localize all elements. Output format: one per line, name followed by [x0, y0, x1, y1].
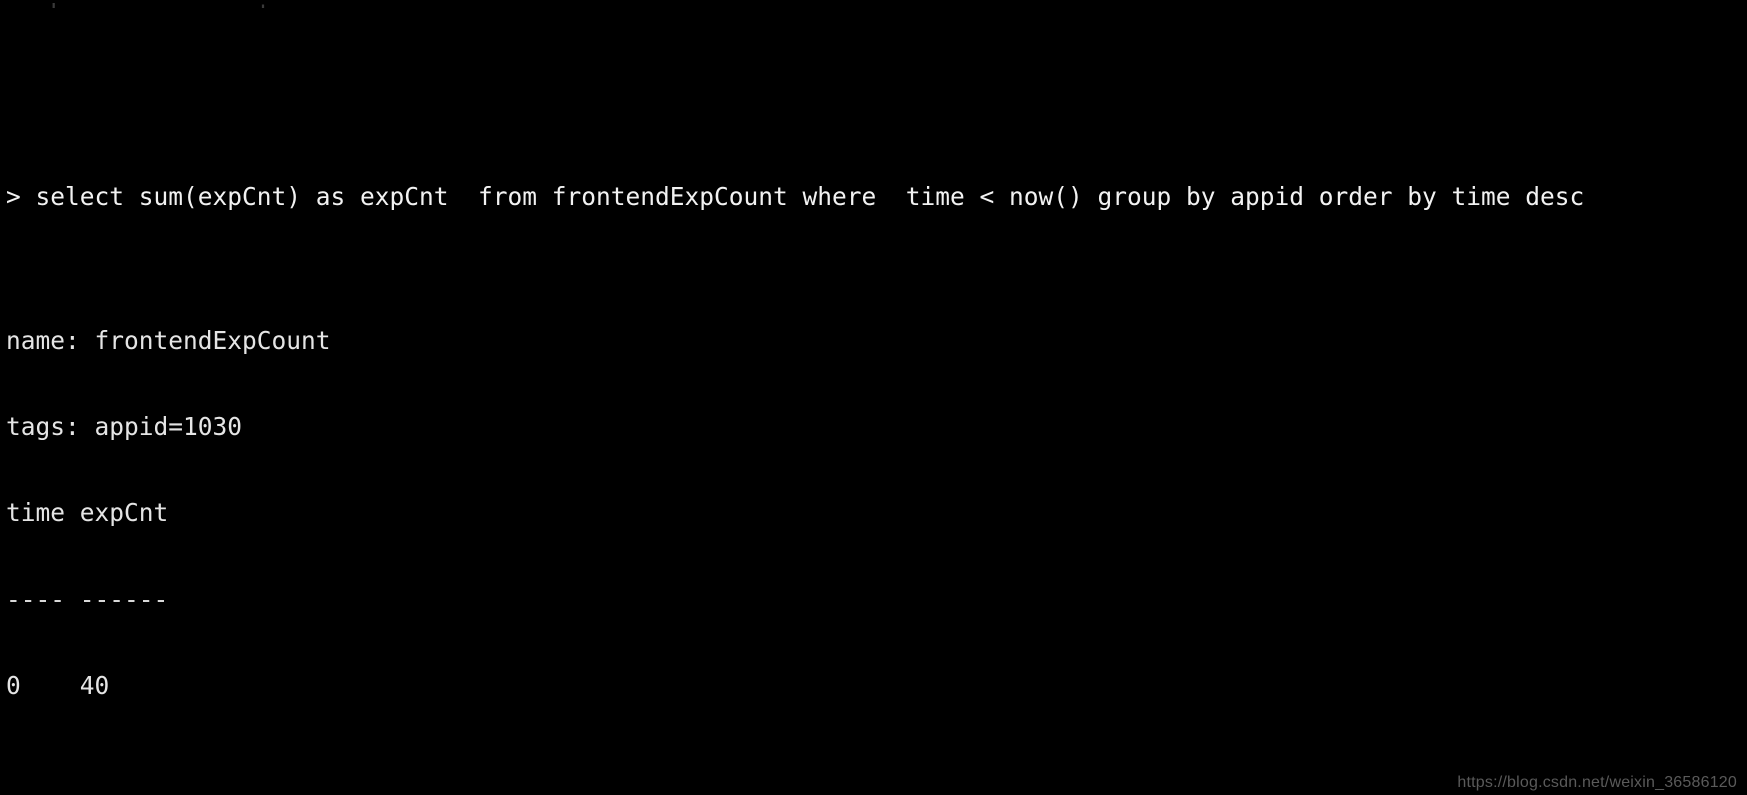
result-name-line: name: frontendExpCount [6, 325, 331, 355]
clipped-line-spacer [6, 67, 1747, 96]
result-data-row: 0 40 [6, 671, 110, 701]
result-tags-line: tags: appid=1030 [6, 411, 243, 441]
terminal-window[interactable]: > show measurements > select sum(expCnt)… [0, 0, 1747, 795]
result-separator-line: ---- ------ [6, 584, 169, 614]
watermark: https://blog.csdn.net/weixin_36586120 [1457, 774, 1737, 791]
result-header-line: time expCnt [6, 498, 169, 528]
query-command-line: > select sum(expCnt) as expCnt from fron… [6, 181, 1585, 211]
terminal-output: > select sum(expCnt) as expCnt from fron… [6, 0, 1747, 795]
